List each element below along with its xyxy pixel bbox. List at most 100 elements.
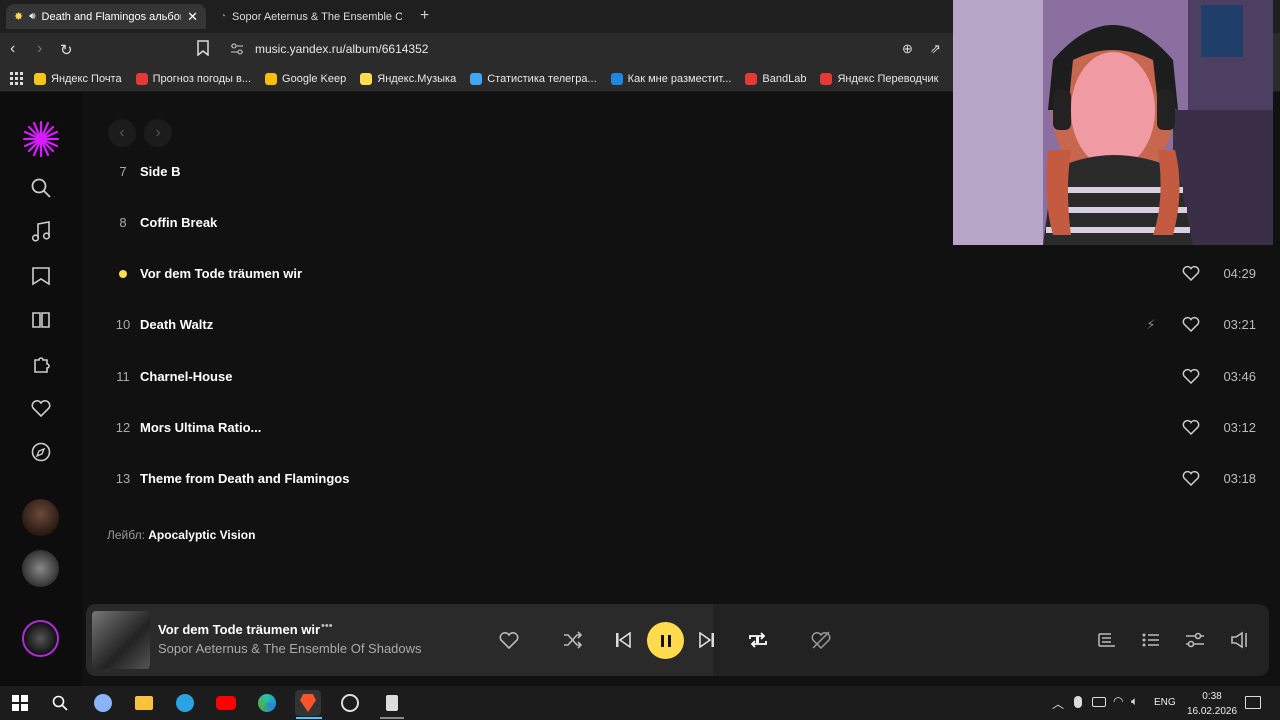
heart-icon[interactable] — [28, 395, 54, 421]
windows-start-icon[interactable] — [7, 690, 33, 716]
track-row[interactable]: Vor dem Tode träumen wir 04:29 — [106, 248, 1256, 299]
site-settings-icon[interactable] — [230, 42, 244, 56]
bookmark-label: Яндекс Почта — [51, 72, 122, 85]
speaker-icon[interactable]: 🔈︎ — [1131, 694, 1138, 709]
close-tab-icon[interactable]: ✕ — [187, 9, 198, 25]
telegram-icon[interactable] — [172, 690, 198, 716]
queue-icon[interactable] — [1140, 629, 1162, 651]
like-heart-icon[interactable] — [1182, 265, 1200, 283]
bookmark-item[interactable]: Статистика телегра... — [470, 72, 597, 85]
language-indicator[interactable]: ENG — [1154, 697, 1176, 708]
logo-icon[interactable] — [22, 120, 60, 158]
microphone-icon[interactable] — [1074, 696, 1082, 708]
notification-icon[interactable] — [1245, 696, 1261, 709]
bookmark-item[interactable]: Как мне разместит... — [610, 72, 731, 85]
album-cover[interactable] — [92, 611, 150, 669]
track-title[interactable]: Vor dem Tode träumen wir — [140, 266, 1182, 281]
repeat-icon[interactable] — [746, 628, 770, 652]
compass-icon[interactable] — [28, 439, 54, 465]
bookmark-item[interactable]: Яндекс Почта — [34, 72, 122, 85]
share-icon[interactable]: ⇗ — [930, 41, 941, 57]
dislike-icon[interactable] — [810, 629, 832, 651]
like-heart-icon[interactable] — [1182, 368, 1200, 386]
pause-button[interactable] — [647, 622, 684, 659]
bookmark-icon[interactable] — [196, 40, 210, 57]
clock[interactable]: 0:38 16.02.2026 — [1186, 689, 1238, 719]
track-number: 13 — [115, 471, 131, 486]
bookmark-label: BandLab — [762, 72, 807, 85]
youtube-icon[interactable] — [213, 690, 239, 716]
battery-icon[interactable] — [1092, 697, 1106, 707]
lightning-icon[interactable]: ⚡︎ — [1140, 317, 1162, 333]
bookmark-item[interactable]: Прогноз погоды в... — [135, 72, 251, 85]
file-explorer-icon[interactable] — [131, 690, 157, 716]
like-button[interactable] — [498, 629, 520, 651]
player-track-title[interactable]: Vor dem Tode träumen wir — [158, 622, 320, 637]
track-row[interactable]: 11 Charnel-House 03:46 — [106, 351, 1256, 402]
track-title[interactable]: Theme from Death and Flamingos — [140, 471, 1182, 486]
map-icon[interactable] — [28, 263, 54, 289]
track-title[interactable]: Mors Ultima Ratio... — [140, 420, 1182, 435]
page-forward-button[interactable]: › — [144, 119, 172, 147]
like-heart-icon[interactable] — [1182, 419, 1200, 437]
url-field[interactable]: music.yandex.ru/album/6614352 — [255, 42, 428, 56]
track-duration: 03:21 — [1223, 317, 1256, 332]
bookmark-favicon-icon — [34, 72, 46, 85]
obs-icon[interactable] — [337, 690, 363, 716]
track-number: 12 — [115, 420, 131, 435]
search-icon[interactable] — [47, 690, 73, 716]
volume-icon[interactable] — [1228, 629, 1250, 651]
track-row[interactable]: 13 Theme from Death and Flamingos 03:18 — [106, 453, 1256, 504]
music-note-icon[interactable] — [28, 219, 54, 245]
lyrics-icon[interactable] — [1096, 629, 1118, 651]
tab-active[interactable]: ✸ 🔊︎ Death and Flamingos альбом ✕ — [6, 4, 206, 29]
artist-avatar[interactable] — [22, 550, 59, 587]
label-prefix: Лейбл: — [107, 528, 145, 542]
more-options-button[interactable]: ••• — [321, 620, 333, 632]
bookmark-favicon-icon — [360, 72, 373, 85]
next-track-icon[interactable] — [696, 629, 718, 651]
back-icon[interactable]: ‹ — [10, 40, 15, 58]
forward-icon[interactable]: › — [37, 40, 42, 58]
chevron-up-icon[interactable]: ︿ — [1052, 695, 1064, 712]
open-app-indicator — [380, 717, 404, 719]
wifi-icon[interactable]: ◠ — [1113, 694, 1123, 708]
app-icon[interactable] — [90, 690, 116, 716]
page-back-button[interactable]: ‹ — [108, 119, 136, 147]
artist-avatar[interactable] — [22, 499, 59, 536]
puzzle-icon[interactable] — [28, 351, 54, 377]
track-title[interactable]: Death Waltz — [140, 317, 1140, 332]
user-avatar[interactable] — [22, 620, 59, 657]
player-bar: Vor dem Tode träumen wir ••• Sopor Aeter… — [86, 604, 1269, 676]
track-duration: 03:12 — [1223, 420, 1256, 435]
bookmark-item[interactable]: Яндекс.Музыка — [360, 72, 456, 85]
track-title[interactable]: Charnel-House — [140, 369, 1182, 384]
previous-track-icon[interactable] — [612, 629, 634, 651]
edge-icon[interactable] — [254, 690, 280, 716]
bookmark-favicon-icon — [135, 72, 148, 85]
reload-icon[interactable]: ↻ — [60, 41, 73, 59]
like-heart-icon[interactable] — [1182, 316, 1200, 334]
like-heart-icon[interactable] — [1182, 470, 1200, 488]
book-icon[interactable] — [28, 307, 54, 333]
tab-inactive[interactable]: ◔ Sopor Aeternus & The Ensemble Of S — [212, 4, 410, 29]
bookmark-item[interactable]: BandLab — [745, 72, 807, 85]
shuffle-icon[interactable] — [562, 629, 584, 651]
bookmark-item[interactable]: Яндекс Переводчик — [820, 72, 938, 85]
bookmark-favicon-icon — [265, 72, 278, 85]
equalizer-icon[interactable] — [1184, 629, 1206, 651]
zoom-icon[interactable]: ⊕ — [902, 41, 913, 57]
label-name[interactable]: Apocalyptic Vision — [148, 528, 255, 542]
bookmark-label: Google Keep — [282, 72, 347, 85]
app-icon[interactable] — [379, 690, 405, 716]
time: 0:38 — [1202, 691, 1222, 702]
apps-grid-icon[interactable] — [0, 71, 34, 86]
new-tab-button[interactable]: + — [420, 7, 429, 25]
track-number: 10 — [115, 317, 131, 332]
bookmark-item[interactable]: Google Keep — [265, 72, 347, 85]
track-row[interactable]: 12 Mors Ultima Ratio... 03:12 — [106, 402, 1256, 453]
player-artist[interactable]: Sopor Aeternus & The Ensemble Of Shadows — [158, 641, 422, 656]
track-row[interactable]: 10 Death Waltz ⚡︎ 03:21 — [106, 299, 1256, 350]
brave-browser-icon[interactable] — [295, 690, 321, 716]
search-icon[interactable] — [28, 175, 54, 201]
